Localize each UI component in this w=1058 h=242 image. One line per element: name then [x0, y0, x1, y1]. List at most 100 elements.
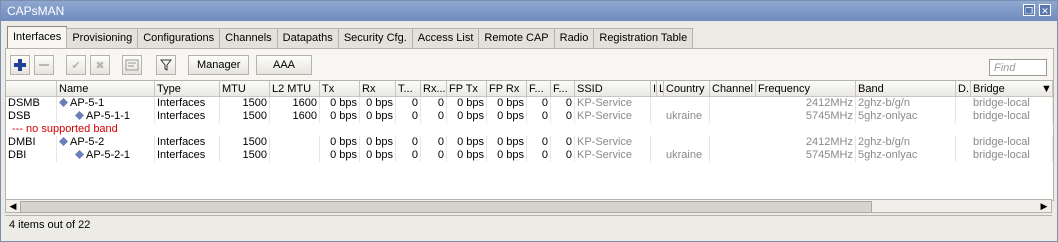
row-f1: 0 [527, 149, 551, 162]
row-name-text: AP-5-1 [70, 97, 105, 109]
table-row[interactable]: DSMB AP-5-1 Interfaces 1500 1600 0 bps 0… [6, 97, 1053, 110]
row-frequency: 5745MHz [756, 149, 856, 162]
col-mtu[interactable]: MTU [220, 81, 270, 97]
row-t: 0 [396, 110, 421, 123]
row-t: 0 [396, 97, 421, 110]
check-icon: ✔ [71, 59, 81, 72]
filter-button[interactable] [156, 55, 176, 75]
enable-button[interactable]: ✔ [66, 55, 86, 75]
row-fprx: 0 bps [487, 149, 527, 162]
title-bar: CAPsMAN ❐ ✕ [1, 1, 1057, 21]
row-ssid: KP-Service [575, 136, 651, 149]
restore-icon[interactable]: ❐ [1023, 4, 1035, 16]
horizontal-scrollbar[interactable]: ◀ ▶ [5, 199, 1052, 213]
col-flags[interactable] [6, 81, 57, 97]
tab-channels[interactable]: Channels [219, 28, 278, 48]
row-fptx: 0 bps [447, 149, 487, 162]
col-name[interactable]: Name [57, 81, 155, 97]
tab-registration-table[interactable]: Registration Table [593, 28, 694, 48]
tab-security-cfg[interactable]: Security Cfg. [337, 28, 413, 48]
row-name-text: AP-5-1-1 [86, 110, 131, 122]
row-comment: --- no supported band [12, 123, 118, 135]
column-menu-icon[interactable]: ▼ [1039, 81, 1053, 97]
col-channel[interactable]: Channel [710, 81, 756, 97]
col-fp-tx[interactable]: FP Tx [447, 81, 487, 97]
row-band: 5ghz-onlyac [856, 149, 956, 162]
col-l2mtu[interactable]: L2 MTU [270, 81, 320, 97]
row-ssid: KP-Service [575, 97, 651, 110]
row-name: AP-5-1-1 [57, 110, 155, 123]
diamond-arrows-icon [75, 150, 84, 159]
table-row[interactable]: DBI AP-5-2-1 Interfaces 1500 0 bps 0 bps… [6, 149, 1053, 162]
find-input[interactable]: Find [989, 59, 1047, 76]
col-fp-rx[interactable]: FP Rx [487, 81, 527, 97]
col-rx-packets[interactable]: Rx... [421, 81, 447, 97]
table-row[interactable]: DMBI AP-5-2 Interfaces 1500 0 bps 0 bps … [6, 136, 1053, 149]
remove-button[interactable] [34, 55, 54, 75]
row-mtu: 1500 [220, 97, 270, 110]
tab-interfaces[interactable]: Interfaces [7, 26, 68, 48]
col-t[interactable]: T... [396, 81, 421, 97]
row-type: Interfaces [155, 110, 220, 123]
row-band: 5ghz-onlyac [856, 110, 956, 123]
item-count: 4 items out of 22 [9, 219, 91, 231]
row-bridge: bridge-local [971, 110, 1053, 123]
aaa-button[interactable]: AAA [256, 55, 312, 75]
tab-access-list[interactable]: Access List [411, 28, 480, 48]
col-d[interactable]: D. [956, 81, 971, 97]
row-fprx: 0 bps [487, 136, 527, 149]
manager-button[interactable]: Manager [188, 55, 250, 75]
row-country [664, 136, 710, 149]
row-tx: 0 bps [320, 97, 360, 110]
diamond-arrows-icon [75, 111, 84, 120]
add-button[interactable] [10, 55, 30, 75]
col-l[interactable]: L [657, 81, 664, 97]
col-f2[interactable]: F... [551, 81, 575, 97]
col-frequency[interactable]: Frequency [756, 81, 856, 97]
tab-bar: Interfaces Provisioning Configurations C… [7, 26, 694, 48]
row-mtu: 1500 [220, 136, 270, 149]
col-country[interactable]: Country [664, 81, 710, 97]
row-band: 2ghz-b/g/n [856, 136, 956, 149]
row-tx: 0 bps [320, 149, 360, 162]
close-icon[interactable]: ✕ [1039, 4, 1051, 16]
col-rx[interactable]: Rx [360, 81, 396, 97]
table-header: Name Type MTU L2 MTU Tx Rx T... Rx... FP… [6, 81, 1053, 97]
col-type[interactable]: Type [155, 81, 220, 97]
row-name-text: AP-5-2 [70, 136, 105, 148]
tab-datapaths[interactable]: Datapaths [276, 28, 339, 48]
row-f1: 0 [527, 136, 551, 149]
row-rx: 0 bps [360, 149, 396, 162]
row-tx: 0 bps [320, 136, 360, 149]
tab-radio[interactable]: Radio [553, 28, 595, 48]
row-name: AP-5-1 [57, 97, 155, 110]
row-l2mtu: 1600 [270, 110, 320, 123]
tab-configurations[interactable]: Configurations [137, 28, 221, 48]
col-tx[interactable]: Tx [320, 81, 360, 97]
row-f2: 0 [551, 97, 575, 110]
row-name: AP-5-2 [57, 136, 155, 149]
toolbar: ✔ ✖ Manager AAA Find [5, 48, 1054, 80]
col-ssid[interactable]: SSID [575, 81, 651, 97]
row-flags: DSB [6, 110, 57, 123]
row-rxp: 0 [421, 136, 447, 149]
scroll-left-icon[interactable]: ◀ [7, 200, 19, 212]
row-flags: DSMB [6, 97, 57, 110]
scroll-thumb[interactable] [20, 201, 872, 213]
row-f1: 0 [527, 97, 551, 110]
disable-button[interactable]: ✖ [90, 55, 110, 75]
tab-remote-cap[interactable]: Remote CAP [478, 28, 555, 48]
table-row[interactable]: DSB AP-5-1-1 Interfaces 1500 1600 0 bps … [6, 110, 1053, 123]
comment-row[interactable]: --- no supported band [6, 123, 1053, 136]
row-rx: 0 bps [360, 110, 396, 123]
row-rxp: 0 [421, 97, 447, 110]
row-l2mtu [270, 149, 320, 162]
scroll-right-icon[interactable]: ▶ [1038, 200, 1050, 212]
col-band[interactable]: Band [856, 81, 956, 97]
tab-provisioning[interactable]: Provisioning [66, 28, 139, 48]
row-bridge: bridge-local [971, 136, 1053, 149]
row-ssid: KP-Service [575, 149, 651, 162]
row-type: Interfaces [155, 136, 220, 149]
col-f1[interactable]: F... [527, 81, 551, 97]
comment-button[interactable] [122, 55, 142, 75]
